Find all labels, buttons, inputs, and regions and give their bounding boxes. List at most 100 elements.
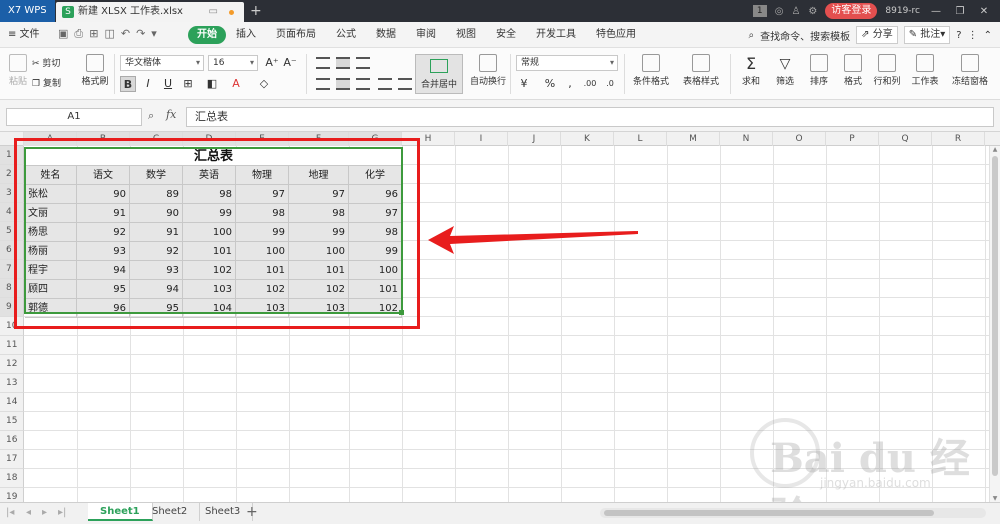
function-icon[interactable]: fx <box>166 108 176 121</box>
column-header-p[interactable]: P <box>826 132 879 146</box>
print-icon[interactable]: ⊞ <box>89 27 98 41</box>
search-icon[interactable]: ⌕ <box>749 30 755 41</box>
save-icon[interactable]: ▣ <box>58 27 68 41</box>
zoom-icon[interactable]: ⌕ <box>148 109 154 123</box>
column-header-j[interactable]: J <box>508 132 561 146</box>
comment-button[interactable]: ✎ 批注▾ <box>903 26 951 44</box>
file-menu[interactable]: ≡ 文件 <box>8 26 40 44</box>
percent-icon[interactable]: % <box>542 76 558 92</box>
font-size-select[interactable]: 16 ▾ <box>208 55 258 71</box>
column-header-r[interactable]: R <box>932 132 985 146</box>
align-middle-icon[interactable] <box>336 57 350 69</box>
cut-button[interactable]: ✂ 剪切 <box>32 56 60 69</box>
row-header-15[interactable]: 15 <box>0 412 24 431</box>
italic-icon[interactable]: I <box>140 76 156 92</box>
row-header-12[interactable]: 12 <box>0 355 24 374</box>
column-header-l[interactable]: L <box>614 132 667 146</box>
help-icon[interactable]: ? <box>956 30 961 41</box>
document-tab[interactable]: S 新建 XLSX 工作表.xlsx ▭ <box>56 2 244 22</box>
scroll-up-icon[interactable]: ▲ <box>990 146 1000 153</box>
tab-data[interactable]: 数据 <box>366 26 406 44</box>
new-tab-button[interactable]: + <box>250 0 262 22</box>
tab-insert[interactable]: 插入 <box>226 26 266 44</box>
tab-formulas[interactable]: 公式 <box>326 26 366 44</box>
clear-format-icon[interactable]: ◇ <box>256 76 272 92</box>
font-name-select[interactable]: 华文楷体 ▾ <box>120 55 204 71</box>
scroll-down-icon[interactable]: ▼ <box>990 495 1000 502</box>
window-count-badge[interactable]: 1 <box>752 5 767 17</box>
column-header-i[interactable]: I <box>455 132 508 146</box>
prev-sheet-icon[interactable]: ◂ <box>26 507 31 518</box>
conditional-format-button[interactable]: 条件格式 <box>628 54 674 87</box>
row-header-13[interactable]: 13 <box>0 374 24 393</box>
row-header-17[interactable]: 17 <box>0 450 24 469</box>
filter-button[interactable]: ▽ 筛选 <box>770 54 800 87</box>
row-header-16[interactable]: 16 <box>0 431 24 450</box>
tab-view[interactable]: 视图 <box>446 26 486 44</box>
underline-icon[interactable]: U <box>160 76 176 92</box>
next-sheet-icon[interactable]: ▸ <box>42 507 47 518</box>
freeze-panes-button[interactable]: 冻结窗格 <box>948 54 992 87</box>
vertical-scrollbar[interactable]: ▲ ▼ <box>989 146 1000 502</box>
format-painter-button[interactable]: 格式刷 <box>80 54 110 87</box>
align-center-icon[interactable] <box>336 78 350 90</box>
align-left-icon[interactable] <box>316 78 330 90</box>
paste-button[interactable]: 粘贴 <box>6 54 30 87</box>
sum-button[interactable]: Σ 求和 <box>736 54 766 87</box>
sheet-tab-3[interactable]: Sheet3 <box>193 503 254 521</box>
undo-icon[interactable]: ↶ <box>121 27 130 41</box>
copy-button[interactable]: ❐ 复制 <box>32 76 61 89</box>
minimize-icon[interactable]: — <box>928 6 944 17</box>
font-shrink-icon[interactable]: A⁻ <box>282 55 298 71</box>
settings-icon[interactable]: ⚙ <box>808 6 817 17</box>
skin-icon[interactable]: ◎ <box>775 6 784 17</box>
shirt-icon[interactable]: ♙ <box>791 6 800 17</box>
wrap-text-button[interactable]: 自动换行 <box>468 54 508 87</box>
table-style-button[interactable]: 表格样式 <box>678 54 724 87</box>
collapse-icon[interactable]: ⌃ <box>984 30 992 41</box>
align-justify-icon[interactable] <box>378 78 392 90</box>
fill-color-icon[interactable]: ◧ <box>204 76 220 92</box>
row-header-11[interactable]: 11 <box>0 336 24 355</box>
font-grow-icon[interactable]: A⁺ <box>264 55 280 71</box>
scroll-thumb[interactable] <box>992 156 998 476</box>
column-header-n[interactable]: N <box>720 132 773 146</box>
add-sheet-button[interactable]: + <box>246 503 258 521</box>
share-button[interactable]: ⇗ 分享 <box>856 26 898 44</box>
merge-center-button[interactable]: 合并居中 <box>415 54 463 94</box>
more-icon[interactable]: ⋮ <box>968 30 978 41</box>
align-right-icon[interactable] <box>356 78 370 90</box>
distribute-icon[interactable] <box>398 78 412 90</box>
app-logo[interactable]: X7 WPS <box>0 0 55 22</box>
worksheet-button[interactable]: 工作表 <box>908 54 942 87</box>
decrease-decimal-icon[interactable]: .0 <box>602 76 618 92</box>
number-format-select[interactable]: 常规 ▾ <box>516 55 618 71</box>
export-icon[interactable]: ⎙ <box>74 27 83 41</box>
redo-icon[interactable]: ↷ <box>136 27 145 41</box>
restore-icon[interactable]: ❐ <box>952 6 968 17</box>
column-header-k[interactable]: K <box>561 132 614 146</box>
login-button[interactable]: 访客登录 <box>825 3 878 19</box>
sort-button[interactable]: 排序 <box>804 54 834 87</box>
increase-decimal-icon[interactable]: .00 <box>582 76 598 92</box>
customize-icon[interactable]: ▾ <box>151 27 157 41</box>
close-icon[interactable]: ✕ <box>976 6 992 17</box>
border-icon[interactable]: ⊞ <box>180 76 196 92</box>
row-header-19[interactable]: 19 <box>0 488 24 502</box>
thousands-icon[interactable]: , <box>562 76 578 92</box>
name-box[interactable]: A1 <box>6 108 142 126</box>
formula-input[interactable]: 汇总表 <box>186 107 994 127</box>
rows-columns-button[interactable]: 行和列 <box>870 54 904 87</box>
tab-security[interactable]: 安全 <box>486 26 526 44</box>
currency-icon[interactable]: ¥ <box>516 76 532 92</box>
tab-page-layout[interactable]: 页面布局 <box>266 26 326 44</box>
horizontal-scrollbar[interactable] <box>600 508 986 518</box>
column-header-m[interactable]: M <box>667 132 720 146</box>
tab-review[interactable]: 审阅 <box>406 26 446 44</box>
row-header-18[interactable]: 18 <box>0 469 24 488</box>
tab-developer[interactable]: 开发工具 <box>526 26 586 44</box>
bold-icon[interactable]: B <box>120 76 136 92</box>
row-header-14[interactable]: 14 <box>0 393 24 412</box>
tab-special[interactable]: 特色应用 <box>586 26 646 44</box>
align-top-icon[interactable] <box>316 57 330 69</box>
